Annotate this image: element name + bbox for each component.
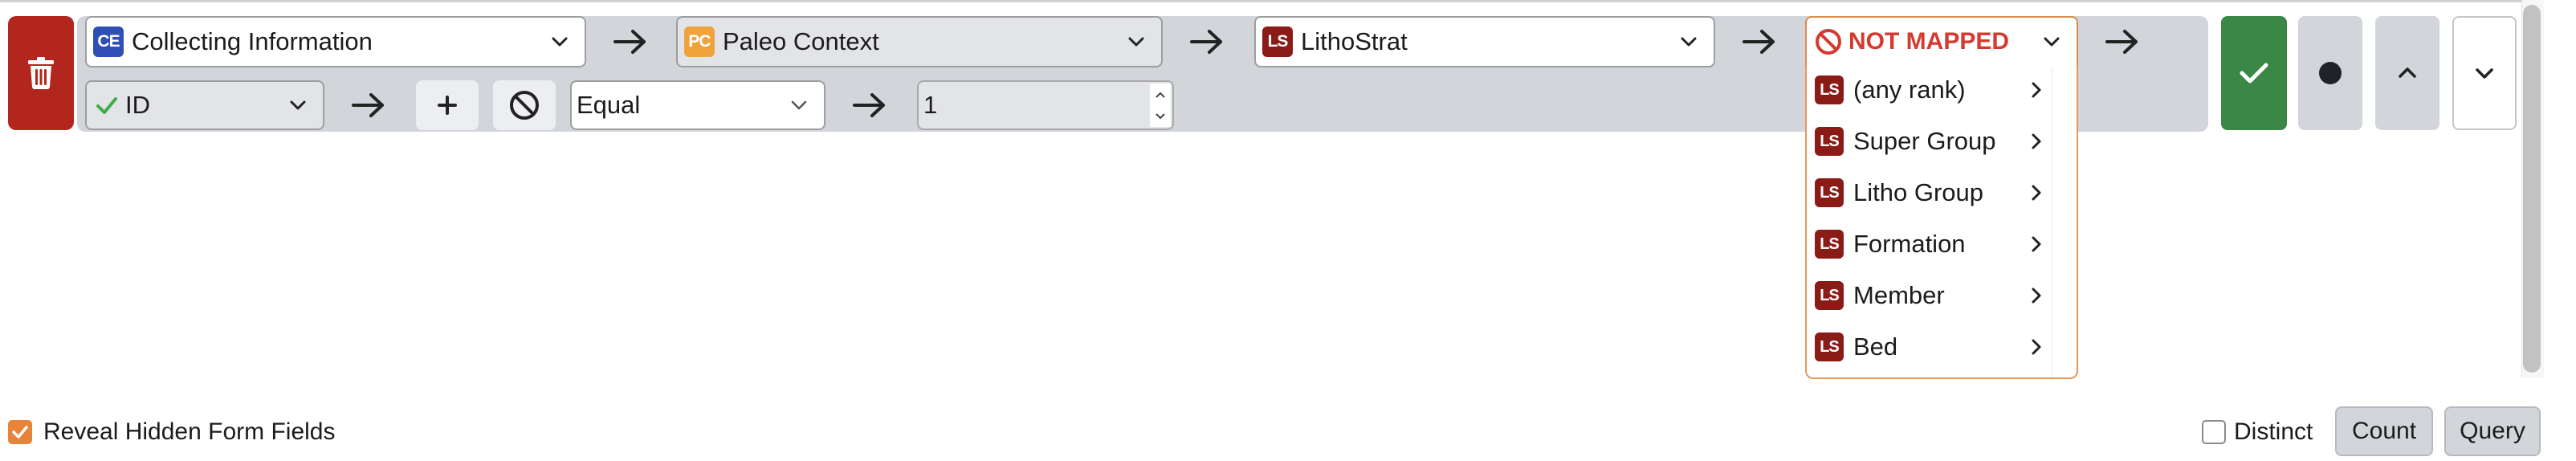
collecting-information-select[interactable]: CE Collecting Information [85, 16, 586, 67]
dropdown-item-super-group[interactable]: LS Super Group [1807, 117, 2056, 165]
dropdown-item-bed[interactable]: LS Bed [1807, 323, 2056, 371]
select-label: Collecting Information [132, 27, 373, 55]
arrow-right-icon [853, 93, 885, 117]
ls-table-icon: LS [1815, 230, 1844, 259]
lithostrat-select[interactable]: LS LithoStrat [1254, 16, 1715, 67]
dropdown-item-any-rank[interactable]: LS (any rank) [1807, 66, 2056, 114]
chevron-down-icon [552, 37, 568, 47]
operator-label: Equal [577, 91, 641, 119]
count-button[interactable]: Count [2335, 406, 2433, 456]
spin-down-icon[interactable] [1155, 112, 1166, 120]
query-button[interactable]: Query [2444, 406, 2541, 456]
chevron-down-icon [290, 100, 306, 110]
field-label: ID [125, 91, 150, 119]
select-label: Paleo Context [723, 27, 879, 55]
prohibited-icon [1816, 29, 1841, 55]
negate-button[interactable] [493, 80, 556, 130]
chevron-down-icon [2476, 68, 2493, 79]
chevron-down-icon [791, 100, 807, 110]
dropdown-item-member[interactable]: LS Member [1807, 271, 2056, 320]
ls-table-icon: LS [1815, 75, 1844, 104]
plus-icon [438, 96, 457, 115]
checkmark-icon [12, 426, 28, 439]
chevron-right-icon [2032, 236, 2041, 252]
arrow-right-icon [1190, 30, 1222, 54]
not-mapped-select[interactable]: NOT MAPPED [1805, 16, 2078, 67]
ls-table-icon: LS [1262, 27, 1293, 57]
dropdown-item-label: Bed [1853, 332, 1898, 361]
distinct-checkbox[interactable] [2202, 420, 2226, 444]
trash-icon [28, 57, 54, 89]
reveal-hidden-fields-label[interactable]: Reveal Hidden Form Fields [43, 418, 335, 446]
chevron-right-icon [2032, 339, 2041, 355]
arrow-right-icon [352, 93, 384, 117]
dropdown-item-label: Member [1853, 281, 1945, 309]
rank-dropdown: LS (any rank) LS Super Group LS Litho Gr… [1805, 66, 2078, 379]
reveal-hidden-fields-control: Reveal Hidden Form Fields [8, 418, 335, 447]
chevron-down-icon [1681, 37, 1697, 47]
not-mapped-label: NOT MAPPED [1848, 28, 2010, 55]
chevron-down-icon [2044, 37, 2060, 47]
pc-table-icon: PC [684, 27, 715, 57]
ls-table-icon: LS [1815, 127, 1844, 156]
arrow-right-icon [613, 30, 646, 54]
scrollbar-thumb[interactable] [2523, 5, 2541, 373]
prohibited-icon [510, 91, 539, 120]
count-button-label: Count [2351, 418, 2417, 444]
ls-table-icon: LS [1815, 281, 1844, 310]
ce-table-icon: CE [93, 27, 124, 57]
dropdown-item-label: Formation [1853, 230, 1966, 258]
chevron-up-icon [2399, 67, 2416, 78]
move-up-button[interactable] [2375, 16, 2439, 130]
reveal-hidden-fields-checkbox[interactable] [8, 420, 32, 444]
value-input[interactable]: 1 [917, 80, 1174, 130]
dropdown-item-label: Litho Group [1853, 178, 1983, 206]
confirm-button[interactable] [2221, 16, 2287, 130]
check-icon [2240, 63, 2268, 84]
paleo-context-select[interactable]: PC Paleo Context [676, 16, 1163, 67]
arrow-right-icon [1742, 30, 1775, 54]
top-divider [0, 0, 2521, 2]
dropdown-item-label: (any rank) [1853, 75, 1966, 104]
check-icon [96, 97, 117, 114]
chevron-right-icon [2032, 288, 2041, 304]
dot-icon [2319, 62, 2342, 84]
dropdown-item-formation[interactable]: LS Formation [1807, 220, 2056, 268]
field-select[interactable]: ID [85, 80, 324, 130]
value-text: 1 [923, 91, 938, 119]
chevron-right-icon [2032, 133, 2041, 149]
arrow-right-icon [2105, 30, 2138, 54]
ls-table-icon: LS [1815, 332, 1844, 361]
add-filter-button[interactable] [416, 80, 479, 130]
status-dot-button[interactable] [2298, 16, 2362, 130]
distinct-control: Distinct [2202, 418, 2313, 447]
distinct-label[interactable]: Distinct [2234, 418, 2313, 446]
dropdown-item-litho-group[interactable]: LS Litho Group [1807, 169, 2056, 217]
chevron-right-icon [2032, 82, 2041, 98]
delete-line-button[interactable] [8, 16, 74, 130]
chevron-right-icon [2032, 185, 2041, 201]
operator-select[interactable]: Equal [570, 80, 825, 130]
dropdown-item-label: Super Group [1853, 127, 1996, 155]
ls-table-icon: LS [1815, 178, 1844, 207]
number-spinner[interactable] [1150, 84, 1171, 127]
query-button-label: Query [2460, 418, 2525, 444]
select-label: LithoStrat [1301, 27, 1408, 55]
move-down-button[interactable] [2452, 16, 2517, 130]
spin-up-icon[interactable] [1155, 91, 1166, 99]
chevron-down-icon [1128, 37, 1144, 47]
